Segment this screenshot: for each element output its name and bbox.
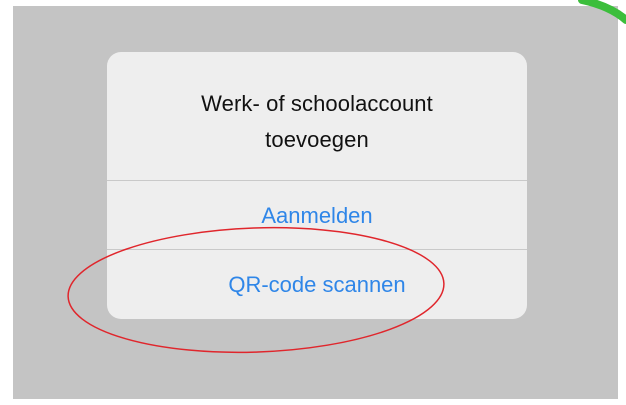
screenshot-page: Werk- of schoolaccount toevoegen Aanmeld…	[0, 0, 626, 405]
dialog-title-line-2: toevoegen	[265, 127, 369, 152]
add-account-dialog: Werk- of schoolaccount toevoegen Aanmeld…	[107, 52, 527, 319]
dialog-title-line-1: Werk- of schoolaccount	[201, 91, 433, 116]
scan-qr-code-button[interactable]: QR-code scannen	[107, 265, 527, 305]
dialog-title: Werk- of schoolaccount toevoegen	[107, 86, 527, 158]
divider	[107, 249, 527, 250]
sign-in-button[interactable]: Aanmelden	[107, 196, 527, 236]
divider	[107, 180, 527, 181]
